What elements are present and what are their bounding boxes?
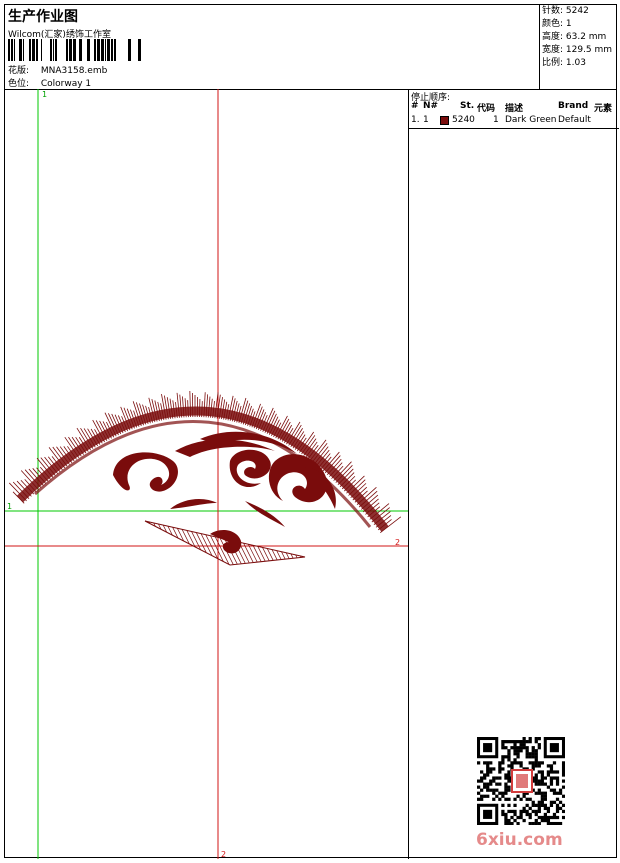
fan-motif: [145, 514, 339, 574]
color-value: Colorway 1: [41, 79, 91, 89]
col-brand: Brand: [558, 101, 588, 111]
stats-panel: 针数: 5242 颜色: 1 高度: 63.2 mm 宽度: 129.5 mm …: [539, 5, 618, 89]
col-index: #: [411, 101, 419, 111]
design-width: 宽度: 129.5 mm: [542, 44, 618, 57]
pattern-label: 花版:: [8, 63, 38, 76]
guide-marker-top: 1: [42, 90, 47, 99]
row-code: 1: [493, 115, 499, 125]
pattern-value: MNA3158.emb: [41, 66, 107, 76]
guide-marker-left: 1: [7, 502, 12, 511]
col-needle: N#: [423, 101, 438, 111]
row-description: Dark Green: [505, 115, 556, 125]
qr-code-icon: [477, 737, 565, 825]
header: 生产作业图 Wilcom(汇家)绣饰工作室 花版: MNA3158.emb 色位…: [5, 5, 616, 90]
color-swatch: [440, 116, 449, 125]
col-description: 描述: [505, 101, 523, 114]
design-scale: 比例: 1.03: [542, 57, 618, 70]
row-stitches: 5240: [452, 115, 475, 125]
design-area: 1 1 2 2: [5, 89, 408, 859]
col-code: 代码: [477, 101, 495, 114]
color-count: 颜色: 1: [542, 18, 618, 31]
color-row: 色位: Colorway 1: [8, 76, 91, 89]
design-height: 高度: 63.2 mm: [542, 31, 618, 44]
row-brand: Default: [558, 115, 591, 125]
embroidery-preview: 1 1 2 2: [5, 89, 408, 859]
col-element: 元素: [594, 101, 612, 114]
color-label: 色位:: [8, 76, 38, 89]
production-sheet: 生产作业图 Wilcom(汇家)绣饰工作室 花版: MNA3158.emb 色位…: [4, 4, 617, 858]
row-index: 1.: [411, 115, 420, 125]
row-needle: 1: [423, 115, 429, 125]
stitch-count: 针数: 5242: [542, 5, 618, 18]
watermark: 6xiu.com: [476, 830, 563, 850]
guide-marker-right: 2: [395, 538, 400, 547]
table-row: 1. 1 5240 1 Dark Green Default: [409, 115, 619, 129]
pattern-row: 花版: MNA3158.emb: [8, 63, 107, 76]
page-title: 生产作业图: [8, 6, 78, 26]
barcode-icon: [8, 39, 148, 61]
col-stitches: St.: [460, 101, 474, 111]
guide-marker-bottom: 2: [221, 850, 226, 859]
